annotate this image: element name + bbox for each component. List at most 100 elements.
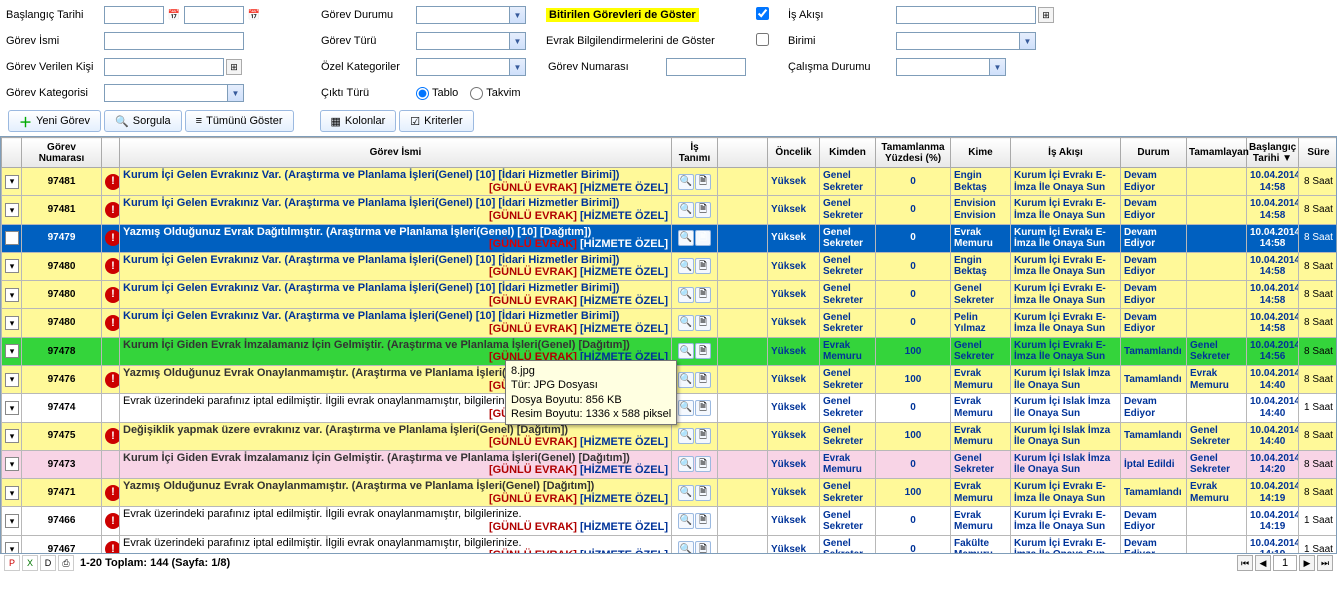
cell-flow[interactable]: Kurum İçi Islak İmza İle Onaya Sun — [1011, 450, 1121, 478]
cell-kimden[interactable]: Genel Sekreter — [820, 507, 876, 535]
cell-kime[interactable]: Pelin Yılmaz — [951, 309, 1011, 337]
detail-icon[interactable]: 🗎 — [695, 230, 711, 246]
cell-flow[interactable]: Kurum İçi Evrakı E-İmza İle Onaya Sun — [1011, 281, 1121, 309]
detail-icon[interactable]: 🗎 — [695, 485, 711, 501]
combo-calisma[interactable]: ▼ — [896, 58, 1006, 76]
combo-birimi[interactable]: ▼ — [896, 32, 1036, 50]
table-row[interactable]: ▾97473Kurum İçi Giden Evrak İmzalamanız … — [2, 450, 1337, 478]
cell-kime[interactable]: Evrak Memuru — [951, 422, 1011, 450]
radio-takvim[interactable]: Takvim — [470, 87, 520, 100]
cell-flow[interactable]: Kurum İçi Evrakı E-İmza İle Onaya Sun — [1011, 168, 1121, 196]
cell-flow[interactable]: Kurum İçi Evrakı E-İmza İle Onaya Sun — [1011, 507, 1121, 535]
col-gorev-ismi[interactable]: Görev İsmi — [120, 138, 672, 168]
col-sure[interactable]: Süre — [1299, 138, 1337, 168]
cell-kime[interactable]: Envision Envision — [951, 196, 1011, 224]
cell-kime[interactable]: Evrak Memuru — [951, 507, 1011, 535]
cell-kime[interactable]: Engin Bektaş — [951, 168, 1011, 196]
calendar-icon[interactable]: 📅 — [246, 7, 262, 23]
col-kime[interactable]: Kime — [951, 138, 1011, 168]
view-icon[interactable]: 🔍 — [678, 315, 694, 331]
cell-flow[interactable]: Kurum İçi Islak İmza İle Onaya Sun — [1011, 394, 1121, 422]
table-row[interactable]: ▾97466!Evrak üzerindeki parafınız iptal … — [2, 507, 1337, 535]
col-is-akisi[interactable]: İş Akışı — [1011, 138, 1121, 168]
view-icon[interactable]: 🔍 — [678, 513, 694, 529]
input-start-date-to[interactable] — [184, 6, 244, 24]
cell-tamamlayan[interactable] — [1187, 394, 1247, 422]
cell-tamamlayan[interactable] — [1187, 224, 1247, 252]
col-oncelik[interactable]: Öncelik — [768, 138, 820, 168]
cell-desc[interactable]: Değişiklik yapmak üzere evrakınız var. (… — [120, 422, 672, 450]
input-start-date-from[interactable] — [104, 6, 164, 24]
cell-tamamlayan[interactable] — [1187, 168, 1247, 196]
input-gorev-verilen[interactable] — [104, 58, 224, 76]
expand-icon[interactable]: ▾ — [5, 429, 19, 443]
chk-evrak-bilgi[interactable] — [756, 33, 769, 46]
pager-prev[interactable]: ◀ — [1255, 555, 1271, 571]
cell-desc[interactable]: Evrak üzerindeki parafınız iptal edilmiş… — [120, 507, 672, 535]
cell-kime[interactable]: Genel Sekreter — [951, 450, 1011, 478]
cell-kime[interactable]: Evrak Memuru — [951, 394, 1011, 422]
cell-desc[interactable]: Evrak üzerindeki parafınız iptal edilmiş… — [120, 535, 672, 554]
combo-gorev-kat[interactable]: ▼ — [104, 84, 244, 102]
btn-tumunu-goster[interactable]: ≡Tümünü Göster — [185, 110, 294, 132]
expand-icon[interactable]: ▾ — [5, 175, 19, 189]
combo-gorev-durumu[interactable]: ▼ — [416, 6, 526, 24]
expand-icon[interactable]: ▾ — [5, 316, 19, 330]
view-icon[interactable]: 🔍 — [678, 485, 694, 501]
pager-first[interactable]: ⏮ — [1237, 555, 1253, 571]
input-gorev-no[interactable] — [666, 58, 746, 76]
cell-kimden[interactable]: Genel Sekreter — [820, 309, 876, 337]
cell-tamamlayan[interactable]: Evrak Memuru — [1187, 479, 1247, 507]
col-gorev-no[interactable]: Görev Numarası — [22, 138, 102, 168]
view-icon[interactable]: 🔍 — [678, 428, 694, 444]
expand-icon[interactable]: ▾ — [5, 373, 19, 387]
detail-icon[interactable]: 🗎 — [695, 287, 711, 303]
view-icon[interactable]: 🔍 — [678, 343, 694, 359]
detail-icon[interactable]: 🗎 — [695, 400, 711, 416]
cell-kimden[interactable]: Genel Sekreter — [820, 281, 876, 309]
view-icon[interactable]: 🔍 — [678, 456, 694, 472]
detail-icon[interactable]: 🗎 — [695, 258, 711, 274]
pager-last[interactable]: ⏭ — [1317, 555, 1333, 571]
lookup-icon[interactable]: ⊞ — [226, 59, 242, 75]
table-row[interactable]: ▾97481!Kurum İçi Gelen Evrakınız Var. (A… — [2, 168, 1337, 196]
cell-desc[interactable]: Yazmış Olduğunuz Evrak Dağıtılmıştır. (A… — [120, 224, 672, 252]
expand-icon[interactable]: ▾ — [5, 542, 19, 554]
cell-flow[interactable]: Kurum İçi Evrakı E-İmza İle Onaya Sun — [1011, 479, 1121, 507]
cell-tamamlayan[interactable]: Genel Sekreter — [1187, 422, 1247, 450]
expand-icon[interactable]: ▾ — [5, 514, 19, 528]
table-row[interactable]: ▾97475!Değişiklik yapmak üzere evrakınız… — [2, 422, 1337, 450]
col-durum[interactable]: Durum — [1121, 138, 1187, 168]
detail-icon[interactable]: 🗎 — [695, 372, 711, 388]
cell-desc[interactable]: Kurum İçi Gelen Evrakınız Var. (Araştırm… — [120, 196, 672, 224]
export-pdf-icon[interactable]: P — [4, 555, 20, 571]
cell-tamamlayan[interactable] — [1187, 252, 1247, 280]
expand-icon[interactable]: ▾ — [5, 259, 19, 273]
view-icon[interactable]: 🔍 — [678, 258, 694, 274]
view-icon[interactable]: 🔍 — [678, 287, 694, 303]
input-gorev-ismi[interactable] — [104, 32, 244, 50]
detail-icon[interactable]: 🗎 — [695, 174, 711, 190]
cell-kimden[interactable]: Genel Sekreter — [820, 168, 876, 196]
cell-kime[interactable]: Engin Bektaş — [951, 252, 1011, 280]
cell-desc[interactable]: Kurum İçi Gelen Evrakınız Var. (Araştırm… — [120, 309, 672, 337]
btn-kolonlar[interactable]: ▦Kolonlar — [320, 110, 397, 132]
col-tamamlanma[interactable]: Tamamlanma Yüzdesi (%) — [876, 138, 951, 168]
lookup-icon[interactable]: ⊞ — [1038, 7, 1054, 23]
detail-icon[interactable]: 🗎 — [695, 541, 711, 554]
cell-tamamlayan[interactable]: Evrak Memuru — [1187, 365, 1247, 393]
chk-bitirilen-goster[interactable] — [756, 7, 769, 20]
view-icon[interactable]: 🔍 — [678, 174, 694, 190]
expand-icon[interactable]: ▾ — [5, 401, 19, 415]
btn-yeni-gorev[interactable]: ＋Yeni Görev — [8, 110, 101, 132]
cell-flow[interactable]: Kurum İçi Islak İmza İle Onaya Sun — [1011, 365, 1121, 393]
cell-kimden[interactable]: Evrak Memuru — [820, 450, 876, 478]
view-icon[interactable]: 🔍 — [678, 541, 694, 554]
cell-kime[interactable]: Genel Sekreter — [951, 337, 1011, 365]
table-row[interactable]: ▾97480!Kurum İçi Gelen Evrakınız Var. (A… — [2, 309, 1337, 337]
cell-tamamlayan[interactable]: Genel Sekreter — [1187, 450, 1247, 478]
cell-flow[interactable]: Kurum İçi Evrakı E-İmza İle Onaya Sun — [1011, 224, 1121, 252]
table-row[interactable]: ▾97471!Yazmış Olduğunuz Evrak Onaylanmam… — [2, 479, 1337, 507]
view-icon[interactable]: 🔍 — [678, 372, 694, 388]
cell-desc[interactable]: Kurum İçi Gelen Evrakınız Var. (Araştırm… — [120, 252, 672, 280]
